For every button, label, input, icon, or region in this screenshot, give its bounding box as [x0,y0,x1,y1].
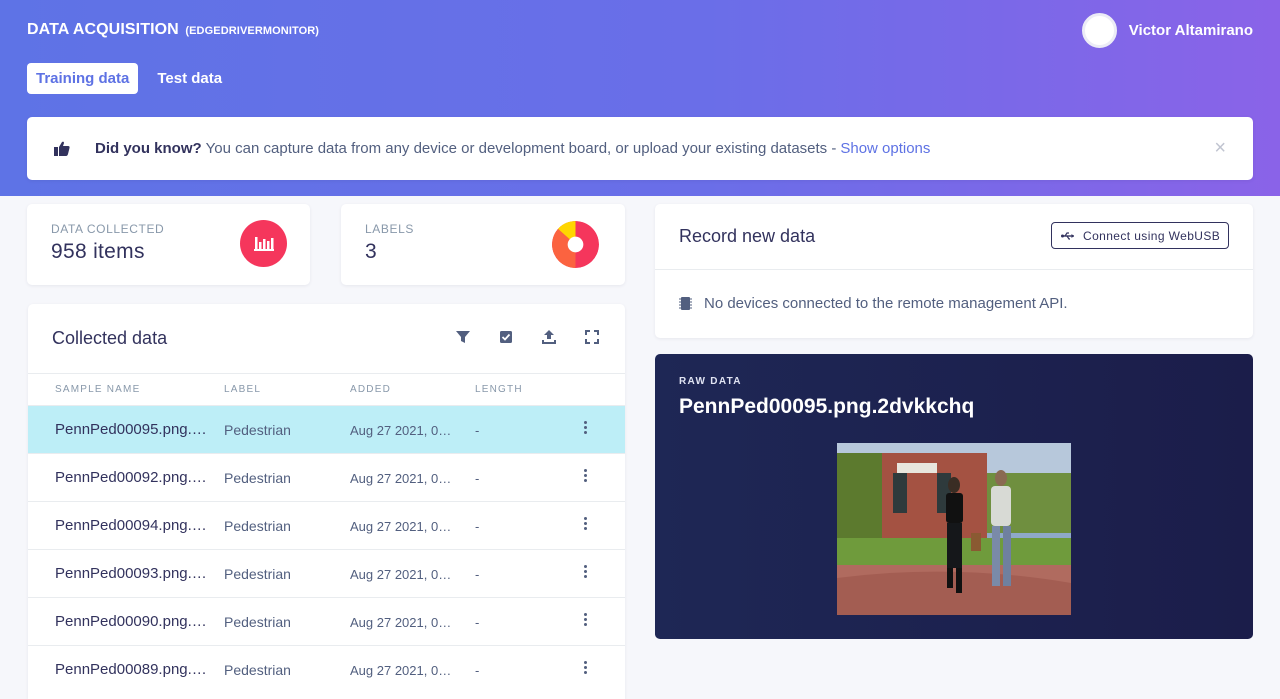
column-label[interactable]: LABEL [224,384,261,395]
row-menu-icon[interactable] [582,661,588,679]
table-row[interactable]: PennPed00090.png.2dvkkchq Pedestrian Aug 2… [28,597,625,645]
tab-test-data[interactable]: Test data [148,63,231,94]
label-cell: Pedestrian [224,470,291,486]
label-cell: Pedestrian [224,566,291,582]
record-card: Record new data Connect using WebUSB No … [655,204,1253,338]
row-menu-icon[interactable] [582,517,588,535]
banner-text: You can capture data from any device or … [205,140,837,157]
added-cell: Aug 27 2021, 00:00:00 [350,615,458,630]
collected-data-title: Collected data [52,328,168,348]
sample-name-cell: PennPed00092.png.2dvkkchq [55,469,208,486]
banner-heading: Did you know? [95,140,202,157]
label-cell: Pedestrian [224,518,291,534]
added-cell: Aug 27 2021, 00:00:00 [350,567,458,582]
length-cell: - [475,519,480,534]
labels-card: LABELS 3 [341,204,625,285]
added-cell: Aug 27 2021, 00:00:00 [350,519,458,534]
tab-training-data[interactable]: Training data [27,63,139,94]
thumbs-up-icon [54,141,70,156]
table-row[interactable]: PennPed00094.png.2dvkkchq Pedestrian Aug 2… [28,501,625,549]
added-cell: Aug 27 2021, 00:00:00 [350,663,458,678]
device-status: No devices connected to the remote manag… [679,295,1068,312]
length-cell: - [475,471,480,486]
length-cell: - [475,663,480,678]
select-icon[interactable] [498,329,514,345]
record-divider [655,269,1253,270]
table-row[interactable]: PennPed00093.png.2dvkkchq Pedestrian Aug 2… [28,549,625,597]
usb-icon [1061,231,1074,240]
raw-data-label: RAW DATA [679,376,742,387]
length-cell: - [475,423,480,438]
length-cell: - [475,567,480,582]
connect-webusb-button[interactable]: Connect using WebUSB [1051,222,1230,249]
table-row[interactable]: PennPed00095.png.2dvkkchq Pedestrian Aug 2… [28,405,625,453]
project-name: (EDGEDRIVERMONITOR) [185,25,320,37]
user-name[interactable]: Victor Altamirano [1129,22,1253,39]
pie-chart-icon [552,221,599,268]
table-row[interactable]: PennPed00092.png.2dvkkchq Pedestrian Aug 2… [28,453,625,501]
sample-image [837,443,1071,615]
fullscreen-icon[interactable] [584,329,600,345]
row-menu-icon[interactable] [582,421,588,439]
connect-webusb-label: Connect using WebUSB [1083,228,1221,243]
sample-name-cell: PennPed00095.png.2dvkkchq [55,421,208,438]
bar-chart-glyph [254,237,274,251]
table-row[interactable]: PennPed00089.png.2dvkkchq Pedestrian Aug 2… [28,645,625,693]
avatar[interactable] [1081,13,1117,48]
user-menu[interactable]: Victor Altamirano [1081,13,1253,48]
data-collected-card: DATA COLLECTED 958 items [27,204,310,285]
labels-label: LABELS [365,222,414,236]
sample-name-cell: PennPed00090.png.2dvkkchq [55,613,208,630]
show-options-link[interactable]: Show options [840,140,930,157]
tab-bar: Training data Test data [27,63,231,94]
column-added[interactable]: ADDED [350,384,391,395]
raw-data-title: PennPed00095.png.2dvkkchq [679,395,975,418]
sample-name-cell: PennPed00093.png.2dvkkchq [55,565,208,582]
added-cell: Aug 27 2021, 00:00:00 [350,423,458,438]
chip-icon [679,297,692,310]
row-menu-icon[interactable] [582,613,588,631]
page-title: DATA ACQUISITION (EDGEDRIVERMONITOR) [27,21,319,39]
sample-name-cell: PennPed00089.png.2dvkkchq [55,661,208,678]
data-collected-value: 958 items [51,240,145,263]
page-title-text: DATA ACQUISITION [27,21,179,38]
labels-value: 3 [365,240,377,263]
data-collected-label: DATA COLLECTED [51,222,165,236]
raw-data-panel: RAW DATA PennPed00095.png.2dvkkchq [655,354,1253,639]
info-banner: Did you know? You can capture data from … [27,117,1253,180]
length-cell: - [475,615,480,630]
column-sample-name[interactable]: SAMPLE NAME [55,384,140,395]
bar-chart-icon [240,220,287,267]
row-menu-icon[interactable] [582,565,588,583]
column-length[interactable]: LENGTH [475,384,523,395]
sample-name-cell: PennPed00094.png.2dvkkchq [55,517,208,534]
device-status-text: No devices connected to the remote manag… [704,295,1068,312]
row-menu-icon[interactable] [582,469,588,487]
label-cell: Pedestrian [224,614,291,630]
upload-icon[interactable] [541,329,557,345]
close-icon[interactable]: × [1214,137,1226,160]
filter-icon[interactable] [455,329,471,345]
table-header: SAMPLE NAME LABEL ADDED LENGTH [28,373,625,405]
label-cell: Pedestrian [224,662,291,678]
label-cell: Pedestrian [224,422,291,438]
added-cell: Aug 27 2021, 00:00:00 [350,471,458,486]
record-title: Record new data [679,226,816,246]
